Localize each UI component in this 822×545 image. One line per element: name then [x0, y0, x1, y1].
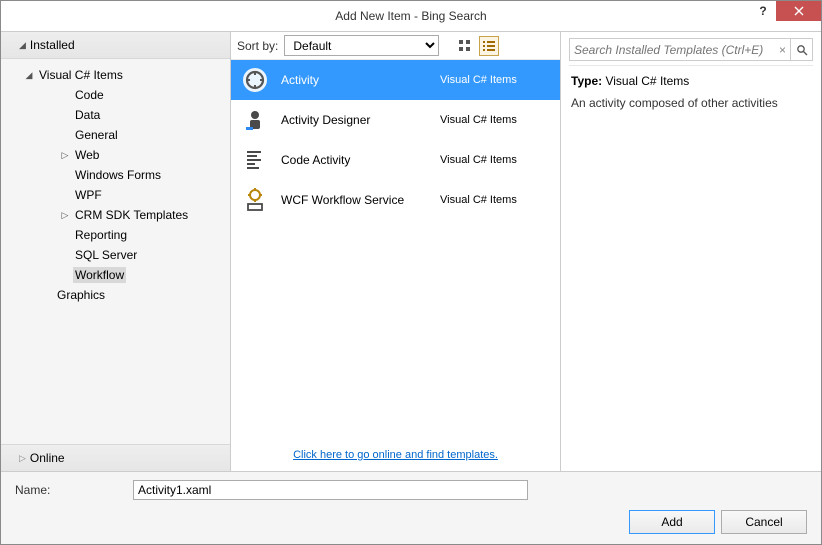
tree-item-label: Reporting — [73, 227, 129, 243]
template-category: Visual C# Items — [440, 194, 550, 206]
search-box[interactable]: × — [569, 38, 791, 61]
name-row: Name: — [15, 480, 807, 500]
cancel-button[interactable]: Cancel — [721, 510, 807, 534]
activity-icon — [241, 66, 269, 94]
button-row: Add Cancel — [15, 510, 807, 536]
close-button[interactable] — [776, 1, 821, 21]
online-templates-link-row: Click here to go online and find templat… — [231, 437, 560, 471]
online-templates-link[interactable]: Click here to go online and find templat… — [293, 449, 498, 461]
name-input[interactable] — [133, 480, 528, 500]
details-type-label: Type: — [571, 74, 602, 88]
tree-item-web[interactable]: ▷Web — [1, 145, 230, 165]
tree-item-sql-server[interactable]: SQL Server — [1, 245, 230, 265]
dialog-body: ◢ Installed ◢ Visual C# Items Code Data Ge… — [1, 31, 821, 471]
code-icon — [241, 146, 269, 174]
details-type-value: Visual C# Items — [605, 74, 689, 88]
details-type: Type: Visual C# Items — [571, 74, 811, 88]
expand-icon: ▷ — [19, 453, 26, 464]
details-panel: × Type: Visual C# Items An activity comp… — [561, 32, 821, 471]
details-description: An activity composed of other activities — [571, 96, 811, 110]
dialog-footer: Name: Add Cancel — [1, 471, 821, 544]
sidebar-online-label: Online — [30, 451, 65, 465]
sidebar-header-installed[interactable]: ◢ Installed — [1, 32, 230, 59]
name-label: Name: — [15, 483, 125, 497]
tree-item-reporting[interactable]: Reporting — [1, 225, 230, 245]
template-category: Visual C# Items — [440, 74, 550, 86]
template-list: ActivityVisual C# ItemsActivity Designer… — [231, 60, 560, 437]
tree-item-code[interactable]: Code — [1, 85, 230, 105]
search-row: × — [569, 38, 813, 66]
template-name: WCF Workflow Service — [281, 193, 428, 207]
template-item[interactable]: WCF Workflow Service Visual C# Items — [231, 180, 560, 220]
sort-by-select[interactable]: Default — [284, 35, 439, 56]
tree-item-label: Code — [73, 87, 106, 103]
template-category: Visual C# Items — [440, 154, 550, 166]
search-button[interactable] — [791, 38, 813, 61]
tree-item-label: SQL Server — [73, 247, 139, 263]
tree-root[interactable]: ◢ Visual C# Items — [1, 65, 230, 85]
expand-icon: ▷ — [59, 150, 71, 161]
category-tree: ◢ Visual C# Items CodeDataGeneral▷WebWin… — [1, 59, 230, 444]
tree-item-label: CRM SDK Templates — [73, 207, 190, 223]
tree-item-label: Graphics — [55, 287, 107, 303]
expand-icon: ▷ — [59, 210, 71, 221]
template-name: Activity Designer — [281, 113, 428, 127]
tree-item-workflow[interactable]: Workflow — [1, 265, 230, 285]
tree-item-label: General — [73, 127, 120, 143]
template-item[interactable]: Code Activity Visual C# Items — [231, 140, 560, 180]
tree-item-label: WPF — [73, 187, 104, 203]
tree-item-crm-sdk-templates[interactable]: ▷CRM SDK Templates — [1, 205, 230, 225]
sidebar-header-label: Installed — [30, 38, 75, 52]
template-panel: Sort by: Default Activity Visual C# Items… — [231, 32, 561, 471]
titlebar: Add New Item - Bing Search ? — [1, 1, 821, 31]
tree-item-label: Workflow — [73, 267, 126, 283]
window-controls: ? — [750, 1, 821, 21]
view-list-button[interactable] — [479, 36, 499, 56]
sidebar-header-online[interactable]: ▷ Online — [1, 444, 230, 471]
tree-item-windows-forms[interactable]: Windows Forms — [1, 165, 230, 185]
template-item[interactable]: Activity Designer Visual C# Items — [231, 100, 560, 140]
template-name: Code Activity — [281, 153, 428, 167]
template-category: Visual C# Items — [440, 114, 550, 126]
tree-item-wpf[interactable]: WPF — [1, 185, 230, 205]
service-icon — [241, 186, 269, 214]
tree-root-label: Visual C# Items — [37, 67, 125, 83]
template-item[interactable]: Activity Visual C# Items — [231, 60, 560, 100]
collapse-icon: ◢ — [19, 40, 26, 51]
tree-item-general[interactable]: General — [1, 125, 230, 145]
window-title: Add New Item - Bing Search — [335, 9, 486, 23]
tree-item-label: Data — [73, 107, 102, 123]
expand-icon: ◢ — [23, 70, 35, 81]
view-tiles-button[interactable] — [455, 36, 475, 56]
help-button[interactable]: ? — [750, 1, 776, 21]
add-button[interactable]: Add — [629, 510, 715, 534]
tree-item-data[interactable]: Data — [1, 105, 230, 125]
designer-icon — [241, 106, 269, 134]
template-name: Activity — [281, 73, 428, 87]
sort-by-label: Sort by: — [237, 39, 278, 53]
category-sidebar: ◢ Installed ◢ Visual C# Items Code Data Ge… — [1, 32, 231, 471]
tree-item-label: Web — [73, 147, 101, 163]
tree-item-label: Windows Forms — [73, 167, 163, 183]
clear-icon[interactable]: × — [779, 43, 786, 57]
tree-item-graphics[interactable]: Graphics — [1, 285, 230, 305]
search-input[interactable] — [574, 43, 779, 57]
template-toolbar: Sort by: Default — [231, 32, 560, 60]
